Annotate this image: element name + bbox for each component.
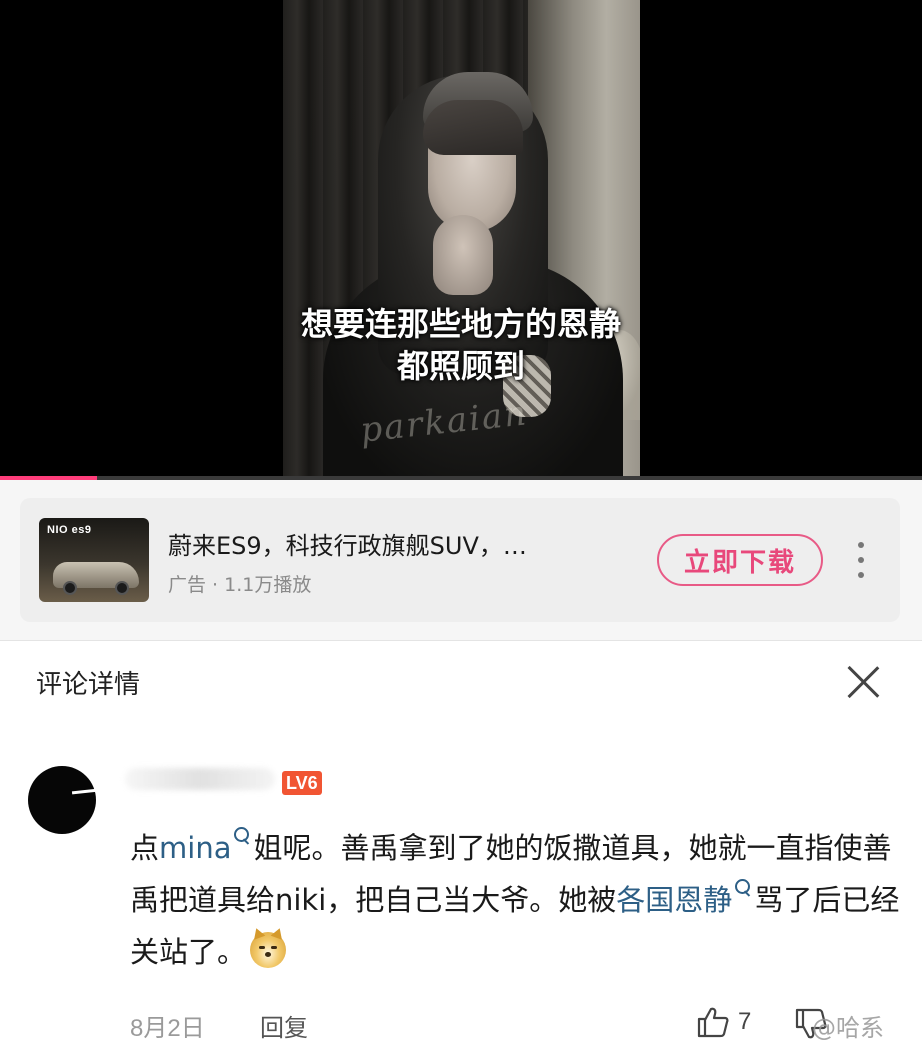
subtitle-line-2: 都照顾到: [396, 347, 525, 385]
ad-thumbnail-brand: NIO es9: [47, 524, 92, 536]
doge-icon: [250, 926, 287, 968]
car-wheel: [115, 581, 129, 595]
ad-thumbnail[interactable]: NIO es9: [39, 518, 149, 602]
search-icon[interactable]: [233, 826, 251, 848]
like-count: 7: [738, 1008, 752, 1035]
comment-date: 8月2日: [130, 1015, 205, 1042]
ad-section: NIO es9 蔚来ES9，科技行政旗舰SUV，… 广告 · 1.1万播放 立即…: [0, 480, 922, 640]
ad-card[interactable]: NIO es9 蔚来ES9，科技行政旗舰SUV，… 广告 · 1.1万播放 立即…: [20, 498, 900, 622]
dot: [858, 542, 864, 548]
dot: [858, 557, 864, 563]
thumbs-up-icon[interactable]: [696, 1006, 730, 1038]
ad-meta: 广告 · 1.1万播放: [168, 574, 312, 596]
mention-link-gecuoenjing[interactable]: 各国恩静: [616, 883, 732, 917]
video-subtitle: 想要连那些地方的恩静 都照顾到: [0, 303, 922, 387]
level-badge: LV6: [282, 771, 322, 795]
download-button[interactable]: 立即下载: [657, 534, 823, 586]
subtitle-line-1: 想要连那些地方的恩静: [300, 305, 621, 343]
ad-title[interactable]: 蔚来ES9，科技行政旗舰SUV，…: [168, 526, 527, 561]
comment-segment: 点: [130, 831, 160, 865]
avatar[interactable]: [28, 766, 96, 834]
reply-button[interactable]: 回复: [260, 1008, 308, 1042]
comment-text: 点mina 姐呢。善禹拿到了她的饭撒道具，她就一直指使善禹把道具给niki，把自己…: [130, 822, 900, 978]
close-icon[interactable]: [845, 664, 881, 700]
car-wheel: [63, 581, 77, 595]
mention-link-mina[interactable]: mina: [159, 831, 231, 865]
weibo-watermark: @哈系: [812, 1014, 884, 1042]
dot: [858, 572, 864, 578]
search-icon[interactable]: [734, 878, 752, 900]
person-hand: [433, 215, 493, 295]
panel-title: 评论详情: [36, 670, 141, 700]
username-redacted[interactable]: [125, 768, 275, 790]
person-hair: [423, 100, 523, 155]
video-player[interactable]: parkaian 想要连那些地方的恩静 都照顾到: [0, 0, 922, 480]
more-vertical-icon[interactable]: [854, 542, 868, 578]
divider: [0, 640, 922, 641]
